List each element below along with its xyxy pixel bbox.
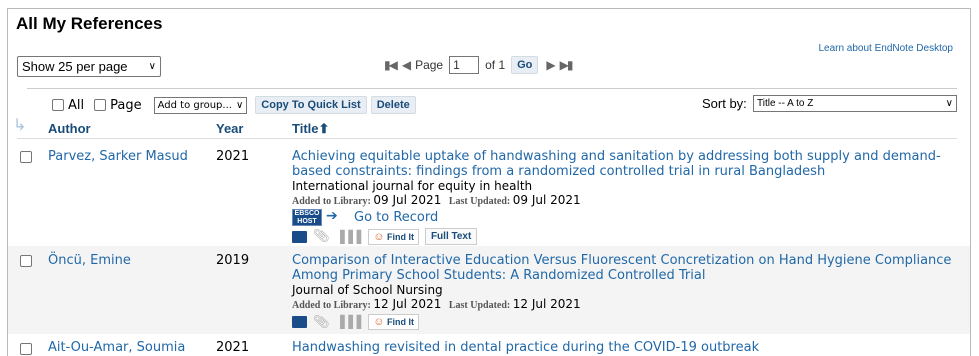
row-title[interactable]: Comparison of Interactive Education Vers… bbox=[292, 253, 964, 283]
row-author[interactable]: Öncü, Emine bbox=[48, 253, 131, 268]
row-dates: Added to Library: 09 Jul 2021 Last Updat… bbox=[292, 193, 581, 207]
paperclip-icon[interactable]: 📎︎ bbox=[313, 315, 330, 330]
ebsco-logo[interactable]: EBSCO HOST bbox=[292, 209, 322, 226]
chevron-down-icon: ∨ bbox=[945, 98, 953, 109]
added-label: Added to Library: bbox=[292, 300, 371, 311]
row-dates: Added to Library: 12 Jul 2021 Last Updat… bbox=[292, 297, 581, 311]
table-row: Parvez, Sarker Masud 2021 Achieving equi… bbox=[8, 142, 970, 246]
select-all-checkbox[interactable] bbox=[52, 99, 64, 111]
go-to-record-link[interactable]: Go to Record bbox=[354, 210, 438, 225]
row-checkbox[interactable] bbox=[20, 255, 32, 267]
next-page-icon[interactable]: ▶ bbox=[546, 58, 555, 72]
delete-button[interactable]: Delete bbox=[370, 96, 416, 114]
row-year: 2021 bbox=[216, 149, 250, 164]
bar-chart-icon[interactable]: ▐▐▐ bbox=[336, 315, 362, 329]
find-it-button[interactable]: ☺︎ Find It bbox=[368, 228, 419, 245]
divider bbox=[27, 88, 957, 89]
header-divider bbox=[17, 138, 957, 139]
row-journal: International journal for equity in heal… bbox=[292, 179, 533, 193]
per-page-select[interactable]: Show 25 per page ∨ bbox=[17, 56, 161, 77]
updated-date: 12 Jul 2021 bbox=[512, 297, 581, 311]
go-button[interactable]: Go bbox=[511, 56, 539, 74]
folder-icon[interactable] bbox=[292, 316, 307, 328]
updated-date: 09 Jul 2021 bbox=[512, 193, 581, 207]
title-column-header[interactable]: Title⬆ bbox=[292, 121, 329, 137]
year-column-header[interactable]: Year bbox=[216, 121, 243, 136]
select-all-label: All bbox=[68, 97, 85, 113]
find-it-button[interactable]: ☺︎ Find It bbox=[368, 314, 419, 330]
selection-arrow-icon: ↳ bbox=[13, 115, 27, 134]
row-actions: 📎︎ ▐▐▐ ☺︎ Find It Full Text bbox=[292, 228, 478, 245]
select-page-label: Page bbox=[110, 97, 142, 113]
folder-icon[interactable] bbox=[292, 230, 307, 243]
paperclip-icon[interactable]: 📎︎ bbox=[313, 229, 330, 244]
find-it-label: Find It bbox=[386, 317, 414, 327]
added-label: Added to Library: bbox=[292, 196, 371, 207]
ebsco-logo-text: EBSCO HOST bbox=[294, 210, 320, 225]
updated-label: Last Updated: bbox=[448, 196, 511, 207]
find-it-logo-icon: ☺︎ bbox=[373, 316, 385, 328]
page-of-label: of 1 bbox=[485, 58, 506, 72]
page-label: Page bbox=[415, 58, 444, 72]
learn-endnote-link[interactable]: Learn about EndNote Desktop bbox=[818, 43, 953, 54]
table-row: Ait-Ou-Amar, Soumia 2021 Handwashing rev… bbox=[8, 334, 970, 356]
author-column-header[interactable]: Author bbox=[48, 121, 91, 136]
row-title[interactable]: Achieving equitable uptake of handwashin… bbox=[292, 149, 964, 179]
chevron-down-icon: ∨ bbox=[148, 61, 156, 72]
row-actions: 📎︎ ▐▐▐ ☺︎ Find It bbox=[292, 314, 419, 330]
sort-select[interactable]: Title -- A to Z ∨ bbox=[753, 95, 957, 112]
select-page-checkbox[interactable] bbox=[94, 99, 107, 111]
table-row: Öncü, Emine 2019 Comparison of Interacti… bbox=[8, 246, 970, 334]
added-date: 12 Jul 2021 bbox=[373, 297, 442, 311]
toolbar: All Page Add to group... ∨ Copy To Quick… bbox=[52, 96, 416, 114]
row-title[interactable]: Handwashing revisited in dental practice… bbox=[292, 340, 964, 355]
row-year: 2021 bbox=[216, 340, 250, 355]
last-page-icon[interactable]: ▶▮ bbox=[560, 58, 574, 72]
per-page-value: Show 25 per page bbox=[22, 59, 128, 74]
row-author[interactable]: Ait-Ou-Amar, Soumia bbox=[48, 340, 185, 355]
chevron-down-icon: ∨ bbox=[235, 99, 244, 111]
find-it-label: Find It bbox=[386, 231, 414, 242]
row-year: 2019 bbox=[216, 253, 250, 268]
row-checkbox[interactable] bbox=[20, 151, 32, 163]
added-date: 09 Jul 2021 bbox=[373, 193, 442, 207]
arrow-right-icon: ➔ bbox=[326, 208, 338, 224]
page-title: All My References bbox=[16, 14, 163, 33]
sort-label: Sort by: bbox=[702, 96, 747, 111]
first-page-icon[interactable]: ▮◀ bbox=[384, 58, 398, 72]
updated-label: Last Updated: bbox=[448, 300, 511, 311]
prev-page-icon[interactable]: ◀ bbox=[402, 58, 411, 72]
full-text-button[interactable]: Full Text bbox=[424, 228, 478, 245]
add-to-group-value: Add to group... bbox=[157, 99, 232, 111]
copy-quick-list-button[interactable]: Copy To Quick List bbox=[255, 96, 367, 114]
row-checkbox[interactable] bbox=[20, 343, 32, 355]
page-input[interactable]: 1 bbox=[449, 56, 480, 74]
bar-chart-icon[interactable]: ▐▐▐ bbox=[336, 230, 362, 244]
add-to-group-select[interactable]: Add to group... ∨ bbox=[153, 96, 248, 114]
row-journal: Journal of School Nursing bbox=[292, 283, 443, 297]
sort-value: Title -- A to Z bbox=[757, 98, 814, 109]
pager: ▮◀ ◀ Page 1 of 1 Go ▶ ▶▮ bbox=[384, 56, 577, 74]
row-author[interactable]: Parvez, Sarker Masud bbox=[48, 149, 188, 164]
find-it-logo-icon: ☺︎ bbox=[373, 230, 385, 243]
